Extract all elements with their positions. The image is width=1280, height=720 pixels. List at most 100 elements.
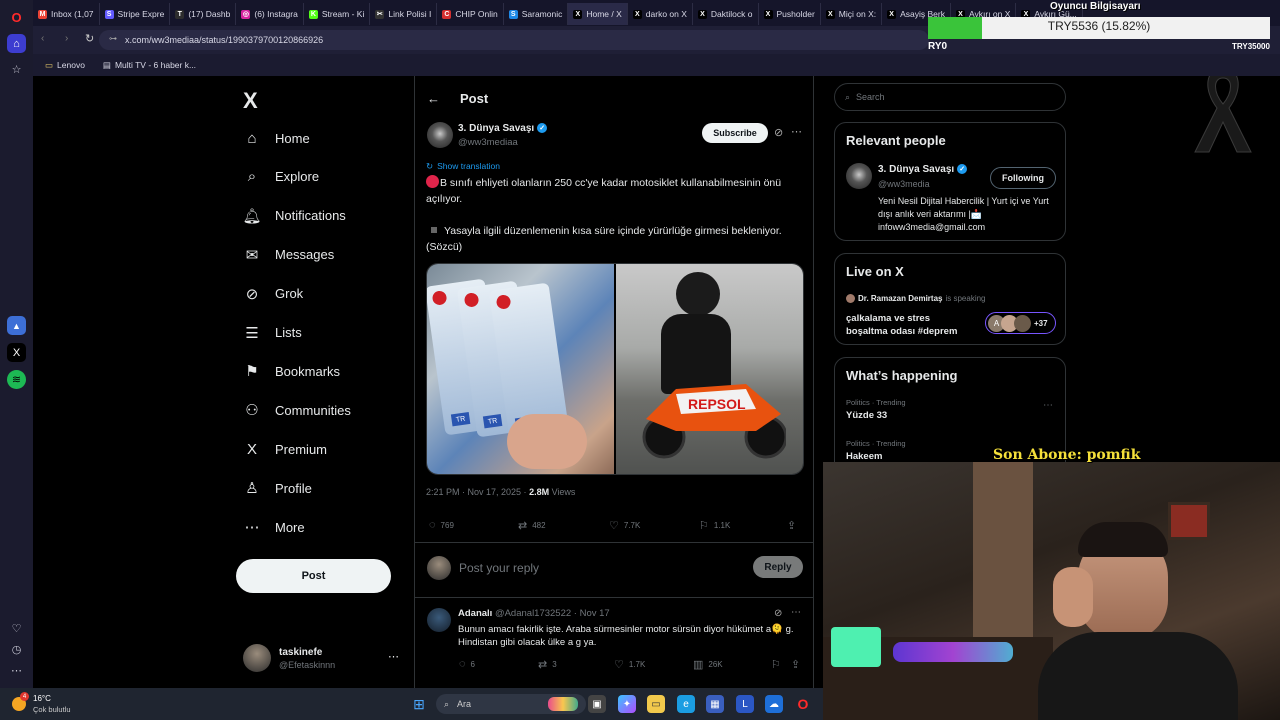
nav-item-profile[interactable]: ♙ Profile (243, 476, 312, 500)
nav-item-grok[interactable]: ⊘ Grok (243, 282, 303, 306)
bookmark-lenovo[interactable]: ▭ Lenovo (45, 60, 85, 71)
forward-icon[interactable]: › (65, 33, 68, 44)
x-logo[interactable]: X (243, 88, 258, 114)
tab-3[interactable]: ◎ (6) Instagra (236, 3, 304, 25)
taskbar-search[interactable]: ⌕ Ara (436, 694, 586, 714)
nav-item-home[interactable]: ⌂ Home (243, 126, 309, 150)
author-avatar[interactable] (427, 122, 453, 148)
tab-6[interactable]: C CHIP Onlin (437, 3, 504, 25)
reply-author-row[interactable]: Adanalı @Adanal1732522 · Nov 17 (458, 608, 610, 619)
tab-5[interactable]: ✂ Link Polisi I (370, 3, 438, 25)
more-icon[interactable]: ⋯ (7, 661, 26, 680)
history-icon[interactable]: ◷ (7, 640, 26, 659)
star-icon[interactable]: ☆ (7, 60, 26, 79)
nav-item-bookmarks[interactable]: ⚑ Bookmarks (243, 359, 340, 383)
more-icon[interactable]: ⋯ (388, 650, 399, 663)
more-icon[interactable]: ⋯ (791, 607, 801, 618)
live-listeners[interactable]: A +37 (985, 312, 1056, 334)
grok-icon[interactable]: ⊘ (774, 608, 782, 619)
repost-stat[interactable]: ⇄ 482 (518, 519, 546, 532)
reply-composer: Post your reply Reply (415, 542, 813, 598)
bookmark-multi-tv[interactable]: ▤ Multi TV - 6 haber k... (103, 60, 196, 71)
reply-stat[interactable]: ◌ 769 (429, 519, 454, 531)
avatar[interactable] (846, 163, 872, 189)
nav-item-notifications[interactable]: 🔔︎ Notifications (242, 204, 345, 228)
back-icon[interactable]: ‹ (41, 33, 44, 44)
tab-favicon-icon: S (508, 9, 518, 19)
like-stat[interactable]: ♡ 7.7K (609, 519, 640, 532)
opera-taskbar-icon[interactable]: O (794, 695, 812, 713)
tab-4[interactable]: K Stream - Ki (304, 3, 371, 25)
live-host-row[interactable]: Dr. Ramazan Demirtaş is speaking (846, 294, 986, 303)
nav-item-communities[interactable]: ⚇ Communities (243, 398, 351, 422)
cloud-icon[interactable]: ☁ (765, 695, 783, 713)
tab-7[interactable]: S Saramonic (504, 3, 569, 25)
tab-8[interactable]: X Home / X (568, 3, 628, 25)
account-switcher[interactable]: taskinefe @Efetaskinnn ⋯ (243, 642, 403, 674)
store-icon[interactable]: ▦ (706, 695, 724, 713)
trend-item[interactable]: Politics · Trending Hakeem (846, 439, 906, 462)
reply-like-stat[interactable]: ♡ 1.7K (614, 658, 645, 671)
following-button[interactable]: Following (990, 167, 1056, 189)
nav-item-more[interactable]: ⋯ More (243, 515, 305, 539)
nav-item-explore[interactable]: ⌕ Explore (243, 165, 319, 189)
more-icon[interactable]: ⋯ (1043, 400, 1053, 411)
reply-input[interactable]: Post your reply (459, 561, 539, 575)
task-view-icon[interactable]: ▣ (588, 695, 606, 713)
tab-10[interactable]: X Daktilock o (693, 3, 759, 25)
reply-icon: ◌ (429, 519, 436, 531)
live-topic[interactable]: çalkalama ve stres boşaltma odası #depre… (846, 312, 971, 338)
file-explorer-icon[interactable]: ▭ (647, 695, 665, 713)
license-cards-image[interactable]: TR TR TR (427, 264, 614, 474)
bookmark-stat[interactable]: ⚐ 1.1K (699, 519, 730, 532)
search-input[interactable]: ⌕ Search (834, 83, 1066, 111)
tab-12[interactable]: X Miçi on X: (821, 3, 883, 25)
lenovo-icon[interactable]: L (736, 695, 754, 713)
home-icon[interactable]: ⌂ (7, 34, 26, 53)
motorcycle-image[interactable]: REPSOL (616, 264, 803, 474)
tab-1[interactable]: S Stripe Expre (100, 3, 171, 25)
url-field[interactable]: ⊶ x.com/ww3mediaa/status/199037970012086… (99, 30, 929, 50)
site-info-icon[interactable]: ⊶ (109, 34, 117, 43)
reply-repost-stat[interactable]: ⇄ 3 (538, 658, 557, 671)
reload-icon[interactable]: ↻ (85, 32, 94, 45)
post-button[interactable]: Post (236, 559, 391, 593)
heart-icon[interactable]: ♡ (7, 619, 26, 638)
spotify-icon[interactable]: ≋ (7, 370, 26, 389)
subscribe-button[interactable]: Subscribe (702, 123, 768, 143)
tab-label: Inbox (1,07 (51, 9, 94, 19)
heart-icon: ♡ (614, 659, 624, 671)
reply-button[interactable]: Reply (753, 556, 803, 578)
aria-icon[interactable]: ▲ (7, 316, 26, 335)
reply-avatar[interactable] (427, 608, 451, 632)
windows-start-icon[interactable]: ⊞ (410, 695, 428, 713)
tab-11[interactable]: X Pusholder (759, 3, 821, 25)
show-translation-link[interactable]: ↻ Show translation (426, 161, 500, 172)
reply-views-stat[interactable]: ▥ 26K (693, 658, 723, 671)
nav-item-premium[interactable]: X Premium (243, 437, 327, 461)
weather-widget[interactable]: 4 16°C Çok bulutlu (10, 692, 71, 716)
tab-2[interactable]: T (17) Dashb (170, 3, 237, 25)
reply-share-stat[interactable]: ⇪ (791, 658, 800, 671)
reply-bookmark-stat[interactable]: ⚐ (771, 658, 781, 671)
reply-reply-stat[interactable]: ◌ 6 (459, 658, 475, 670)
tab-9[interactable]: Xdarko on X (628, 3, 693, 25)
nav-item-lists[interactable]: ☰ Lists (243, 321, 301, 345)
media-grid[interactable]: TR TR TR REPSOL (426, 263, 804, 475)
author-handle[interactable]: @ww3mediaa (458, 137, 518, 148)
author-name-row[interactable]: 3. Dünya Savaşı ✓ (458, 123, 548, 134)
nav-item-messages[interactable]: ✉ Messages (243, 243, 335, 267)
share-stat[interactable]: ⇪ (787, 519, 796, 532)
trend-item[interactable]: Politics · Trending Yüzde 33 (846, 398, 906, 421)
copilot-icon[interactable]: ✦ (618, 695, 636, 713)
more-icon[interactable]: ⋯ (791, 125, 802, 138)
hand-shape (1053, 567, 1093, 627)
edge-icon[interactable]: e (677, 695, 695, 713)
tab-0[interactable]: M Inbox (1,07 (33, 3, 100, 25)
opera-logo-icon[interactable]: O (7, 8, 26, 27)
x-app-icon[interactable]: X (7, 343, 26, 362)
grok-icon[interactable]: ⊘ (774, 126, 783, 139)
tweet-text-line: B sınıfı ehliyeti olanların 250 cc'ye ka… (426, 177, 782, 205)
relevant-name-row[interactable]: 3. Dünya Savaşı ✓ (878, 164, 968, 175)
back-arrow-icon[interactable]: ← (427, 91, 440, 106)
